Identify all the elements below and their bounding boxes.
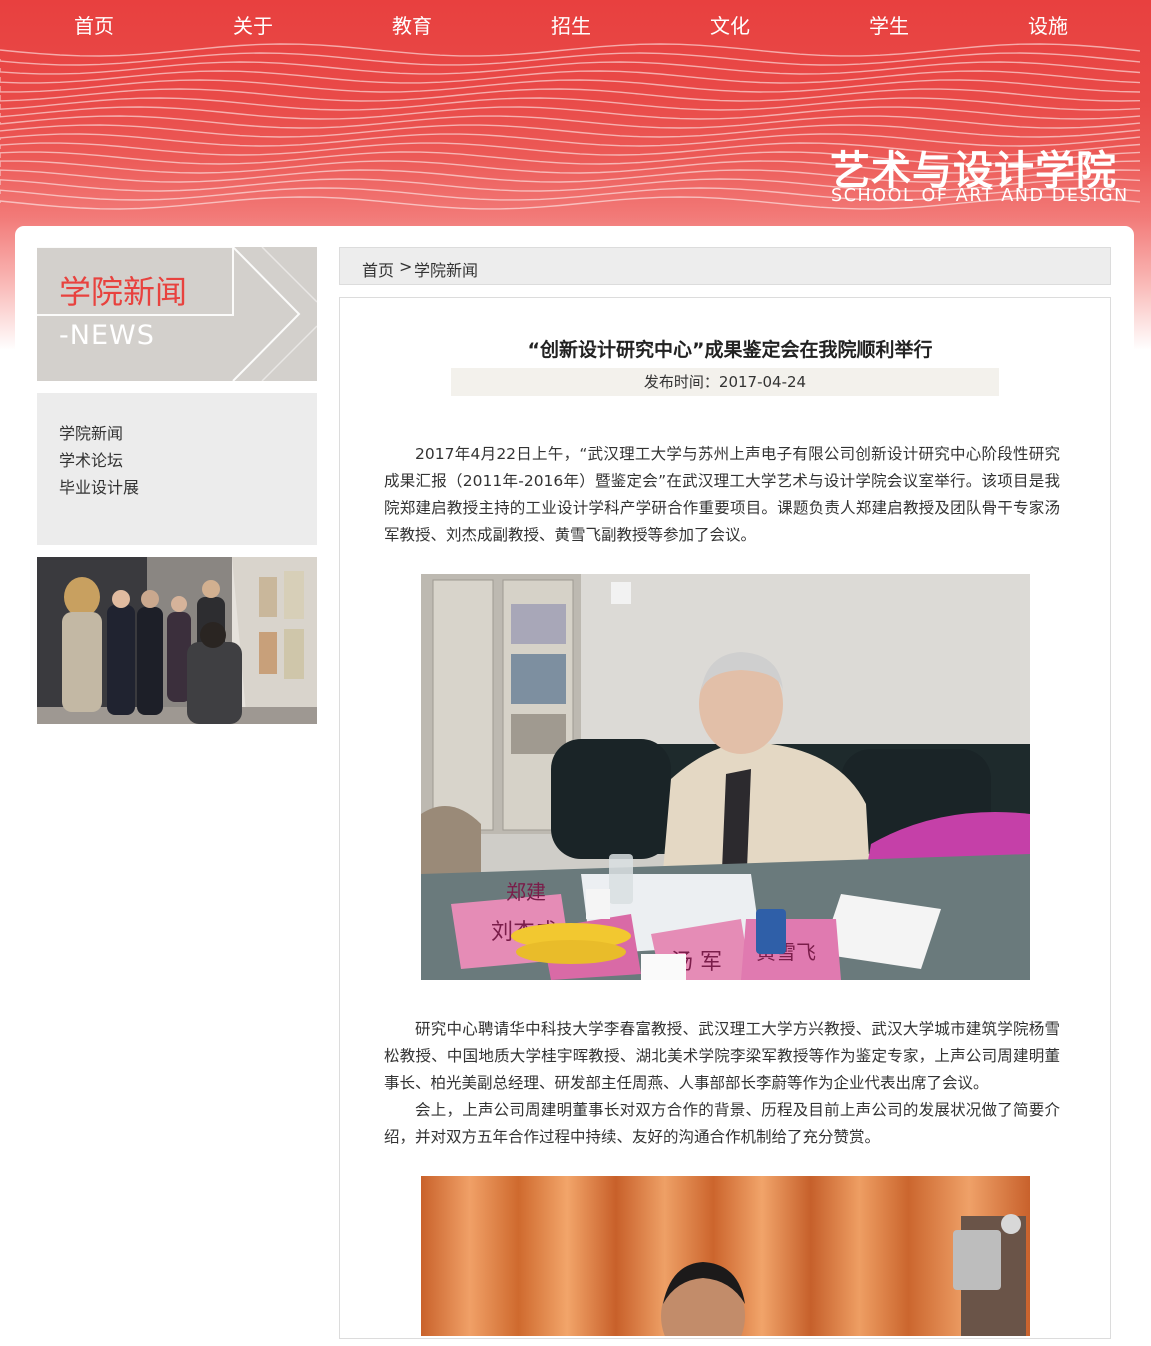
sidebar-title-box: 学院新闻 -NEWS (37, 247, 317, 381)
sidebar-item-college-news[interactable]: 学院新闻 (59, 420, 123, 444)
article-paragraph-1: 2017年4月22日上午，“武汉理工大学与苏州上声电子有限公司创新设计研究中心阶… (384, 445, 1060, 544)
sidebar-item-graduation-exhibition[interactable]: 毕业设计展 (59, 474, 139, 498)
breadcrumb-separator: > (399, 257, 413, 276)
nav-students[interactable]: 学生 (839, 10, 939, 39)
meeting-photo-1: 刘杰成 郑建 汤 军 黄雪飞 (421, 574, 1030, 980)
main-nav: 首页 关于 教育 招生 文化 学生 设施 (0, 0, 1151, 48)
nav-education[interactable]: 教育 (362, 10, 462, 39)
nav-home[interactable]: 首页 (44, 10, 144, 39)
nav-admissions[interactable]: 招生 (521, 10, 621, 39)
sidebar-exhibition-photo[interactable] (37, 557, 317, 724)
publish-date: 发布时间：2017-04-24 (451, 368, 999, 396)
wave-line (0, 115, 1141, 129)
logo-english[interactable]: SCHOOL OF ART AND DESIGN (831, 186, 1129, 206)
wave-line (0, 124, 1141, 138)
article-paragraph-2: 研究中心聘请华中科技大学李春富教授、武汉理工大学方兴教授、武汉大学城市建筑学院杨… (384, 1020, 1060, 1092)
article-paragraph-3: 会上，上声公司周建明董事长对双方合作的背景、历程及目前上声公司的发展状况做了简要… (384, 1101, 1060, 1146)
wave-line (0, 106, 1141, 120)
placard-name-0: 郑建 (506, 880, 546, 904)
article-content: “创新设计研究中心”成果鉴定会在我院顺利举行 发布时间：2017-04-24 2… (339, 297, 1111, 1339)
meeting-photo-2 (421, 1176, 1030, 1336)
sidebar-title-cn: 学院新闻 (59, 273, 188, 311)
sidebar-subnav: 学院新闻 学术论坛 毕业设计展 (37, 393, 317, 545)
nav-culture[interactable]: 文化 (680, 10, 780, 39)
nav-about[interactable]: 关于 (203, 10, 303, 39)
sidebar-title-en: -NEWS (59, 320, 155, 351)
breadcrumb-current[interactable]: 学院新闻 (414, 257, 478, 281)
sidebar-item-academic-forum[interactable]: 学术论坛 (59, 447, 123, 471)
nav-facilities[interactable]: 设施 (998, 10, 1098, 39)
breadcrumb-home[interactable]: 首页 (362, 257, 394, 281)
breadcrumb: 首页 > 学院新闻 (339, 247, 1111, 285)
article-title: “创新设计研究中心”成果鉴定会在我院顺利举行 (527, 339, 933, 361)
